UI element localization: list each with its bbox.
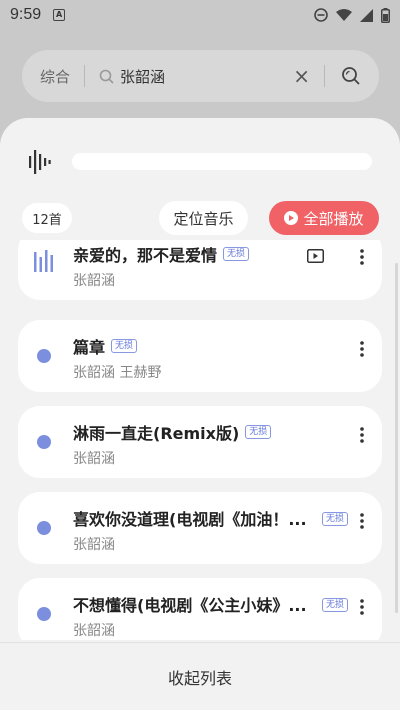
more-icon[interactable] [360,341,364,357]
search-submit-icon[interactable] [341,66,361,86]
song-bullet-icon [37,521,51,535]
song-artist: 张韶涵 [73,537,115,553]
notification-icon: A [53,9,66,21]
lossless-badge: 无损 [245,425,272,439]
song-title-row: 不想懂得(电视剧《公主小妹》... [73,592,307,616]
song-item[interactable]: 不想懂得(电视剧《公主小妹》... 无损 张韶涵 [18,578,382,640]
battery-icon [381,7,390,23]
locate-music-button[interactable]: 定位音乐 [159,201,248,235]
song-title: 淋雨一直走(Remix版) [73,424,240,443]
playlist-sheet: 12首 定位音乐 全部播放 亲爱的，那不是爱情 无损 张韶涵 篇章 无损 张韶涵… [0,118,400,710]
scrollbar[interactable] [395,263,398,613]
clear-icon[interactable]: × [293,64,310,88]
divider [84,65,86,87]
more-icon[interactable] [360,249,364,265]
song-bullet-icon [37,435,51,449]
song-item[interactable]: 亲爱的，那不是爱情 无损 张韶涵 [18,240,382,300]
more-icon[interactable] [360,599,364,615]
status-time: 9:59 [10,6,42,23]
song-title: 篇章 [73,338,106,357]
song-list[interactable]: 亲爱的，那不是爱情 无损 张韶涵 篇章 无损 张韶涵 王赫野 淋雨一直走(Rem… [0,240,400,640]
search-bar[interactable]: 综合 张韶涵 × [22,50,379,102]
song-title-row: 篇章 无损 [73,334,138,358]
song-artist: 张韶涵 [73,623,115,639]
song-title-row: 亲爱的，那不是爱情 无损 [73,242,250,266]
search-scope-selector[interactable]: 综合 [40,66,70,87]
song-bullet-icon [37,349,51,363]
signal-icon [360,8,373,22]
play-icon [284,211,299,225]
lossless-badge: 无损 [321,512,348,526]
song-title: 不想懂得(电视剧《公主小妹》... [73,596,307,615]
search-icon [99,69,114,84]
lossless-badge: 无损 [321,598,348,612]
play-all-button[interactable]: 全部播放 [269,201,379,235]
song-title: 亲爱的，那不是爱情 [73,246,218,265]
play-all-label: 全部播放 [303,209,364,228]
song-title-row: 淋雨一直走(Remix版) 无损 [73,420,272,444]
more-icon[interactable] [360,427,364,443]
song-item[interactable]: 篇章 无损 张韶涵 王赫野 [18,320,382,392]
song-artist: 张韶涵 [73,451,115,467]
now-playing-progress[interactable] [72,153,372,170]
song-artist: 张韶涵 [73,273,115,289]
playing-equalizer-icon [34,250,53,272]
collapse-list-button[interactable]: 收起列表 [0,642,400,710]
song-count-badge: 12首 [22,203,72,233]
do-not-disturb-icon [314,8,328,22]
song-item[interactable]: 喜欢你没道理(电视剧《加油！... 无损 张韶涵 [18,492,382,564]
song-bullet-icon [37,607,51,621]
lossless-badge: 无损 [111,339,138,353]
divider [324,65,325,87]
song-title: 喜欢你没道理(电视剧《加油！... [73,510,307,529]
status-bar: 9:59 A [0,0,400,30]
more-icon[interactable] [360,513,364,529]
wifi-icon [336,8,352,21]
mv-play-icon[interactable] [307,249,324,263]
waveform-icon [29,150,51,174]
lossless-badge: 无损 [223,247,250,261]
song-item[interactable]: 淋雨一直走(Remix版) 无损 张韶涵 [18,406,382,478]
song-artist: 张韶涵 王赫野 [73,365,162,381]
search-input[interactable]: 张韶涵 [120,66,293,87]
song-title-row: 喜欢你没道理(电视剧《加油！... [73,506,307,530]
